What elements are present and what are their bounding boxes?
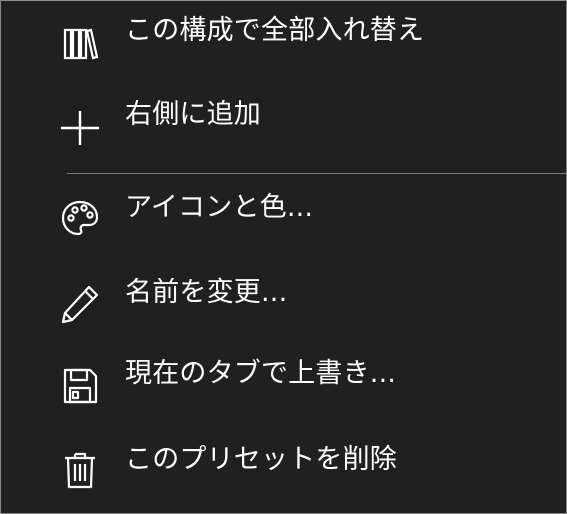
menu-item-rename[interactable]: 名前を変更... (1, 271, 566, 329)
pencil-icon (59, 283, 101, 325)
save-icon (59, 365, 101, 407)
menu-item-label: このプリセットを削除 (125, 444, 397, 475)
menu-item-label: 名前を変更... (125, 277, 288, 308)
plus-icon (59, 107, 101, 149)
menu-item-delete[interactable]: このプリセットを削除 (1, 439, 566, 497)
menu-item-add-right[interactable]: 右側に追加 (1, 97, 566, 155)
trash-icon (59, 449, 101, 491)
menu-item-label: アイコンと色... (125, 192, 314, 223)
menu-item-icon-color[interactable]: アイコンと色... (1, 187, 566, 245)
context-menu: この構成で全部入れ替え 右側に追加 アイコンと色... 名前を変更... 現在の… (0, 0, 567, 514)
menu-item-label: 右側に追加 (125, 99, 261, 130)
palette-icon (59, 197, 101, 239)
menu-item-label: この構成で全部入れ替え (125, 15, 425, 46)
menu-item-overwrite[interactable]: 現在のタブで上書き... (1, 355, 566, 413)
menu-separator (67, 173, 566, 174)
menu-item-replace-all[interactable]: この構成で全部入れ替え (1, 7, 566, 65)
menu-item-label: 現在のタブで上書き... (125, 358, 397, 389)
library-icon (59, 24, 101, 66)
